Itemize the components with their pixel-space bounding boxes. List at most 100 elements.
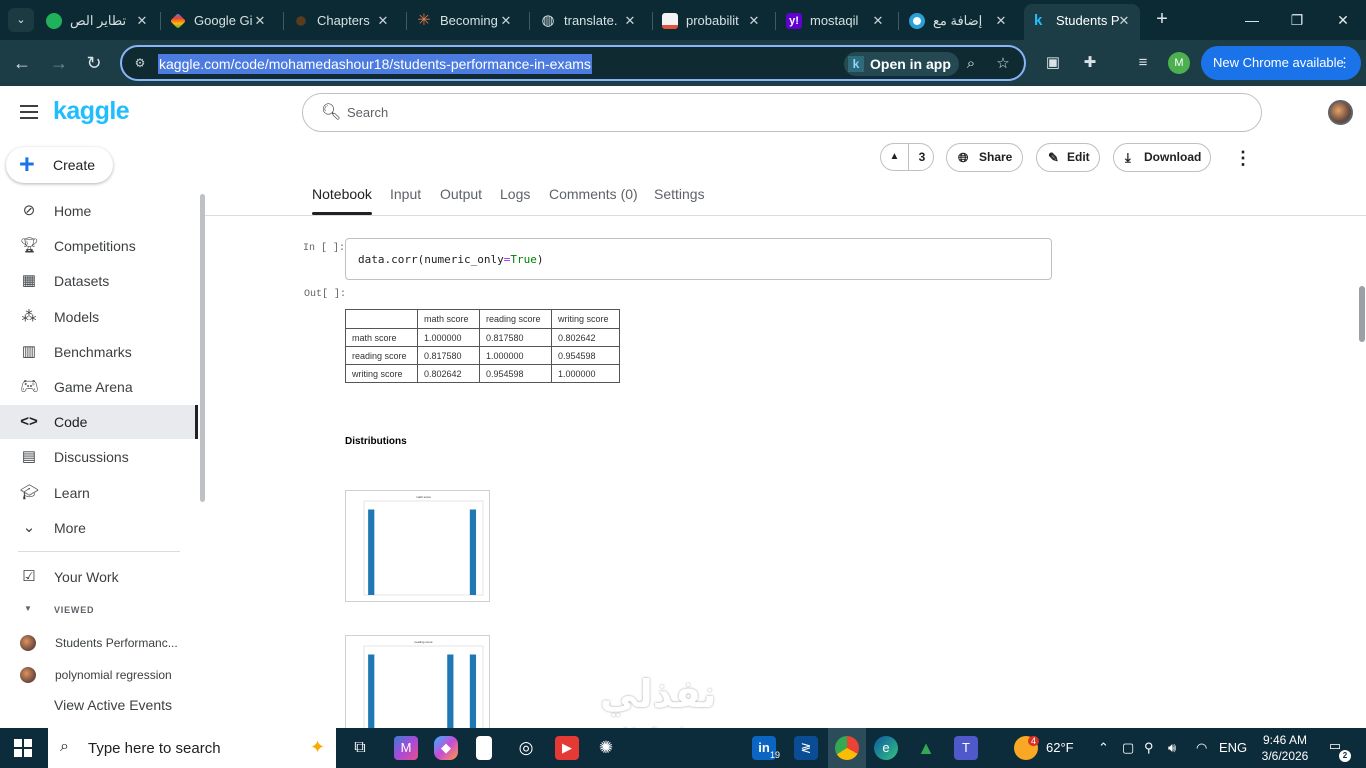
download-button[interactable]: ⤓ Download — [1113, 143, 1211, 172]
sidebar-item-learn[interactable]: 🎓︎ Learn — [0, 476, 198, 510]
open-in-app-button[interactable]: k Open in app — [844, 52, 959, 76]
sidebar-item-benchmarks[interactable]: ▥ Benchmarks — [0, 335, 198, 369]
browser-tab-6[interactable]: probabilit ✕ — [662, 6, 762, 36]
browser-tab-2[interactable]: Google Gi ✕ — [170, 6, 268, 36]
sidebar-item-home[interactable]: ⊘ Home — [0, 194, 198, 228]
sidebar-scrollbar[interactable] — [200, 194, 205, 502]
close-window-icon[interactable]: ✕ — [1328, 8, 1358, 32]
notebook-thumbnail — [20, 635, 36, 651]
weather-temp[interactable]: 62°F — [1046, 740, 1074, 755]
user-avatar[interactable] — [1328, 100, 1353, 125]
close-tab-icon[interactable]: ✕ — [252, 6, 268, 36]
clock[interactable]: 9:46 AM 3/6/2026 — [1256, 732, 1314, 764]
page-scrollbar[interactable] — [1359, 286, 1365, 342]
claude-icon: ✳ — [417, 12, 431, 29]
sidebar-item-models[interactable]: ⁂ Models — [0, 300, 198, 334]
code-cell[interactable]: data.corr(numeric_only=True) — [345, 238, 1052, 280]
sidebar-item-your-work[interactable]: ☑ Your Work — [0, 560, 198, 594]
m365-icon[interactable]: M — [394, 736, 418, 760]
more-options-icon[interactable]: ⋮ — [1234, 146, 1252, 170]
tab-search-dropdown[interactable]: ⌄ — [8, 8, 34, 32]
browser-tab-5[interactable]: ◍ translate. ✕ — [540, 6, 638, 36]
browser-tab-active[interactable]: k Students P ✕ — [1024, 4, 1140, 40]
close-tab-icon[interactable]: ✕ — [993, 6, 1009, 36]
sidebar-item-more[interactable]: ⌄ More — [0, 511, 198, 545]
viewed-item[interactable]: polynomial regression — [0, 662, 198, 688]
sidebar-item-game-arena[interactable]: 🎮︎ Game Arena — [0, 370, 198, 404]
sidebar-item-competitions[interactable]: 🏆︎ Competitions — [0, 229, 198, 263]
browser-tab-1[interactable]: تطاير الص ✕ — [46, 6, 150, 36]
file-icon[interactable] — [476, 736, 492, 760]
tab-settings[interactable]: Settings — [654, 186, 705, 214]
close-tab-icon[interactable]: ✕ — [622, 6, 638, 36]
browser-tab-7[interactable]: y! mostaqil ✕ — [786, 6, 886, 36]
upvote-button[interactable]: ▲ 3 — [880, 143, 934, 171]
share-button[interactable]: 🌐︎ Share — [946, 143, 1023, 172]
new-chrome-available-button[interactable]: New Chrome available ⋮ — [1201, 46, 1361, 80]
url-text[interactable]: kaggle.com/code/mohamedashour18/students… — [158, 54, 592, 74]
vscode-icon[interactable]: ≷ — [794, 736, 818, 760]
address-bar[interactable]: ⚙ kaggle.com/code/mohamedashour18/studen… — [120, 45, 1026, 81]
edit-button[interactable]: ✎ Edit — [1036, 143, 1100, 172]
browser-tab-3[interactable]: Chapters ✕ — [293, 6, 391, 36]
browser-tab-8[interactable]: إضافة مع ✕ — [909, 6, 1009, 36]
notion-icon[interactable]: ▣ — [1042, 52, 1064, 74]
usb-icon[interactable]: ▢ — [1122, 740, 1134, 756]
sidebar-item-datasets[interactable]: ▦ Datasets — [0, 264, 198, 298]
close-tab-icon[interactable]: ✕ — [1116, 4, 1132, 38]
tab-input[interactable]: Input — [390, 186, 421, 214]
close-tab-icon[interactable]: ✕ — [746, 6, 762, 36]
windows-taskbar: ⌕ Type here to search ✦ ⧉ M ◆ ◎ ▶ ✺ in 1… — [0, 728, 1366, 768]
task-view-icon[interactable]: ⧉ — [348, 736, 372, 760]
language-indicator[interactable]: ENG — [1219, 740, 1247, 755]
tray-chevron-icon[interactable]: ⌃ — [1098, 740, 1109, 756]
chrome-menu-icon[interactable]: ⋮ — [1338, 46, 1351, 80]
site-settings-icon[interactable]: ⚙ — [132, 55, 148, 71]
search-bar[interactable]: 🔍︎ Search — [302, 93, 1262, 132]
view-active-events-link[interactable]: View Active Events — [0, 688, 198, 722]
volume-icon[interactable]: 🔊︎ — [1168, 740, 1176, 756]
sidebar-item-discussions[interactable]: ▤ Discussions — [0, 440, 198, 474]
tab-output[interactable]: Output — [440, 186, 482, 214]
profile-avatar[interactable]: M — [1168, 52, 1190, 74]
close-tab-icon[interactable]: ✕ — [498, 6, 514, 36]
correlation-table: math score reading score writing score m… — [345, 309, 620, 383]
network-icon[interactable]: ⚲ — [1144, 740, 1154, 756]
close-tab-icon[interactable]: ✕ — [375, 6, 391, 36]
browser-tab-4[interactable]: ✳ Becoming ✕ — [416, 6, 514, 36]
close-tab-icon[interactable]: ✕ — [134, 6, 150, 36]
restore-icon[interactable]: ❐ — [1282, 8, 1312, 32]
tab-notebook[interactable]: Notebook — [312, 186, 372, 214]
edge-icon[interactable]: e — [874, 736, 898, 760]
upvote-arrow-icon[interactable]: ▲ — [881, 144, 909, 170]
google-drive-icon[interactable]: ▲ — [914, 736, 938, 760]
extensions-icon[interactable]: ✚ — [1079, 52, 1101, 74]
minimize-icon[interactable]: — — [1237, 8, 1267, 32]
tab-comments[interactable]: Comments (0) — [549, 186, 638, 214]
new-tab-icon[interactable]: + — [1150, 8, 1174, 32]
drive-icon — [662, 13, 678, 29]
kaggle-logo[interactable]: kaggle — [53, 97, 130, 126]
windows-start-icon[interactable] — [14, 739, 32, 757]
sidebar-item-code[interactable]: <> Code — [0, 405, 198, 439]
menu-icon[interactable] — [20, 105, 38, 119]
fingerprint-icon[interactable]: ◎ — [514, 736, 538, 760]
wifi-icon[interactable]: ◠ — [1196, 740, 1207, 756]
tab-logs[interactable]: Logs — [500, 186, 530, 214]
youtube-app-icon[interactable]: ▶ — [555, 736, 579, 760]
close-tab-icon[interactable]: ✕ — [870, 6, 886, 36]
teams-icon[interactable]: T — [954, 736, 978, 760]
chrome-icon[interactable] — [835, 736, 859, 760]
chatgpt-icon[interactable]: ✺ — [594, 736, 618, 760]
copilot-icon[interactable]: ◆ — [434, 736, 458, 760]
forward-icon[interactable]: → — [47, 51, 71, 75]
reload-icon[interactable]: ↻ — [82, 51, 106, 75]
reading-list-icon[interactable]: ≡ — [1132, 52, 1154, 74]
zoom-search-icon[interactable]: ⌕ — [962, 55, 980, 73]
back-icon[interactable]: ← — [10, 51, 34, 75]
taskbar-search[interactable]: ⌕ Type here to search ✦ — [48, 728, 336, 768]
bookmark-star-icon[interactable]: ☆ — [994, 55, 1012, 73]
viewed-item[interactable]: Students Performanc... — [0, 630, 198, 656]
create-button[interactable]: + Create — [6, 147, 113, 183]
caret-down-icon[interactable]: ▼ — [24, 604, 32, 613]
